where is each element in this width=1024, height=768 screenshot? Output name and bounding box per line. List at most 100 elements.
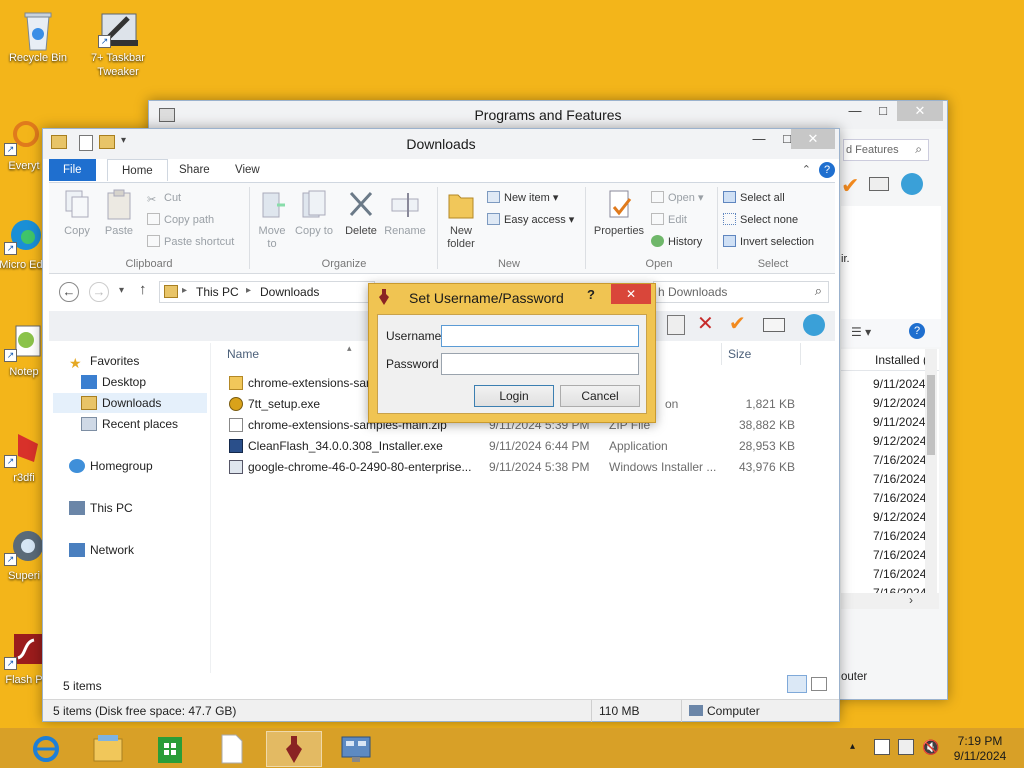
taskbar-app-button-active[interactable] (266, 731, 322, 767)
recent-locations-icon[interactable]: ▾ (119, 285, 124, 296)
volume-muted-icon[interactable]: 🔇 (922, 739, 939, 756)
delete-button[interactable]: Delete (341, 189, 381, 238)
nav-desktop[interactable]: Desktop (81, 372, 146, 392)
address-bar[interactable]: ▸ This PC ▸ Downloads (159, 281, 375, 303)
network-icon[interactable] (898, 739, 914, 755)
nav-network[interactable]: Network (69, 540, 134, 560)
show-hidden-icons-button[interactable]: ▴ (850, 741, 855, 752)
programs-search-box[interactable]: d Features ⌕ (843, 139, 929, 161)
program-install-date[interactable]: 7/16/2024 (873, 529, 926, 543)
nav-favorites[interactable]: ★ Favorites (69, 351, 139, 371)
clock[interactable]: 7:19 PM 9/11/2024 (950, 734, 1010, 764)
new-folder-button[interactable]: New folder (441, 189, 481, 251)
close-button[interactable]: ✕ (897, 101, 943, 121)
properties-button[interactable]: Properties (591, 189, 647, 238)
nav-this-pc[interactable]: This PC (69, 498, 133, 518)
rename-button[interactable]: Rename (383, 189, 427, 238)
details-view-button[interactable] (787, 675, 807, 693)
dialog-help-button[interactable]: ? (587, 287, 595, 302)
minimize-button[interactable]: — (745, 129, 773, 149)
invert-selection-button[interactable]: Invert selection (723, 233, 814, 251)
close-button[interactable]: ✕ (791, 129, 835, 149)
password-input[interactable] (441, 353, 639, 375)
scroll-right-icon[interactable]: › (909, 593, 913, 607)
open-button[interactable]: Open ▾ (651, 189, 704, 207)
username-input[interactable] (441, 325, 639, 347)
program-install-date[interactable]: 7/16/2024 (873, 453, 926, 467)
back-button[interactable]: ← (59, 282, 79, 302)
taskbar-control-panel-button[interactable] (328, 731, 384, 767)
envelope-icon[interactable] (869, 177, 889, 191)
action-center-icon[interactable] (874, 739, 890, 755)
program-install-date[interactable]: 9/11/2024 (873, 415, 926, 429)
program-install-date[interactable]: 7/16/2024 (873, 548, 926, 562)
program-install-date[interactable]: 9/12/2024 (873, 434, 926, 448)
help-icon[interactable]: ? (819, 162, 835, 178)
edit-button[interactable]: Edit (651, 211, 687, 229)
select-all-button[interactable]: Select all (723, 189, 785, 207)
help-icon[interactable]: ? (909, 323, 925, 339)
tab-home[interactable]: Home (107, 159, 168, 181)
search-downloads-input[interactable]: h Downloads ⌕ (653, 281, 829, 303)
program-install-date[interactable]: 9/12/2024 (873, 510, 926, 524)
explorer-titlebar[interactable]: ▾ Downloads — □ ✕ (43, 129, 839, 159)
file-row[interactable]: google-chrome-46-0-2490-80-enterprise...… (229, 457, 809, 477)
tab-view[interactable]: View (221, 159, 274, 181)
desktop-icon-taskbar-tweaker[interactable]: ↗ 7+ Taskbar Tweaker (80, 8, 156, 79)
forward-button[interactable]: → (89, 282, 109, 302)
move-to-button[interactable]: Move to (253, 189, 291, 251)
taskbar-ie-button[interactable] (20, 731, 76, 767)
program-install-date[interactable]: 7/16/2024 (873, 567, 926, 581)
copy-to-button[interactable]: Copy to (295, 189, 333, 238)
history-button[interactable]: History (651, 233, 702, 251)
easy-access-button[interactable]: Easy access ▾ (487, 211, 574, 229)
breadcrumb-downloads[interactable]: Downloads (260, 285, 319, 299)
column-size[interactable]: Size (728, 347, 751, 361)
checkmark-icon[interactable]: ✔ (729, 311, 746, 336)
maximize-button[interactable]: □ (869, 101, 897, 121)
tab-file[interactable]: File (49, 159, 96, 181)
minimize-button[interactable]: — (841, 101, 869, 121)
delete-x-icon[interactable]: ✕ (697, 311, 714, 336)
large-icons-view-button[interactable] (811, 677, 827, 691)
programs-titlebar[interactable]: Programs and Features — □ ✕ (149, 101, 947, 129)
taskbar-document-button[interactable] (204, 731, 260, 767)
programs-scrollbar[interactable] (925, 349, 937, 597)
login-button[interactable]: Login (474, 385, 554, 407)
taskbar-explorer-button[interactable] (80, 731, 136, 767)
cancel-button[interactable]: Cancel (560, 385, 640, 407)
desktop-icon-recycle-bin[interactable]: Recycle Bin (0, 8, 76, 65)
envelope-icon[interactable] (763, 318, 785, 332)
paste-button[interactable]: Paste (99, 189, 139, 238)
program-install-date[interactable]: 9/12/2024 (873, 396, 926, 410)
file-row[interactable]: chrome-extensions-sar (229, 373, 370, 393)
nav-recent-places[interactable]: Recent places (81, 414, 178, 434)
up-button[interactable]: ↑ (139, 281, 147, 298)
program-install-date[interactable]: 7/16/2024 (873, 491, 926, 505)
breadcrumb-arrow-icon[interactable]: ▸ (246, 285, 251, 296)
taskbar-store-button[interactable] (142, 731, 198, 767)
tab-share[interactable]: Share (165, 159, 224, 181)
programs-hscroll[interactable]: › (841, 593, 939, 609)
program-install-date[interactable]: 7/16/2024 (873, 472, 926, 486)
checkmark-icon[interactable]: ✔ (841, 173, 859, 199)
new-item-button[interactable]: New item ▾ (487, 189, 558, 207)
scrollbar-thumb[interactable] (927, 375, 935, 455)
dialog-close-button[interactable]: ✕ (611, 284, 651, 304)
copy-path-button[interactable]: Copy path (147, 211, 214, 229)
shell-icon[interactable] (803, 314, 825, 336)
breadcrumb-arrow-icon[interactable]: ▸ (182, 285, 187, 296)
select-none-button[interactable]: Select none (723, 211, 798, 229)
column-name[interactable]: Name (227, 347, 259, 361)
file-row[interactable]: CleanFlash_34.0.0.308_Installer.exe 9/11… (229, 436, 809, 456)
copy-button[interactable]: Copy (57, 189, 97, 238)
cut-button[interactable]: ✂ Cut (147, 189, 181, 207)
collapse-ribbon-icon[interactable]: ⌃ (802, 163, 811, 176)
view-options-icon[interactable]: ☰ ▾ (851, 325, 871, 339)
nav-downloads[interactable]: Downloads (81, 393, 161, 413)
program-install-date[interactable]: 9/11/2024 (873, 377, 926, 391)
paste-shortcut-button[interactable]: Paste shortcut (147, 233, 234, 251)
breadcrumb-this-pc[interactable]: This PC (196, 285, 239, 299)
nav-homegroup[interactable]: Homegroup (69, 456, 153, 476)
clipboard-icon[interactable] (667, 315, 685, 335)
